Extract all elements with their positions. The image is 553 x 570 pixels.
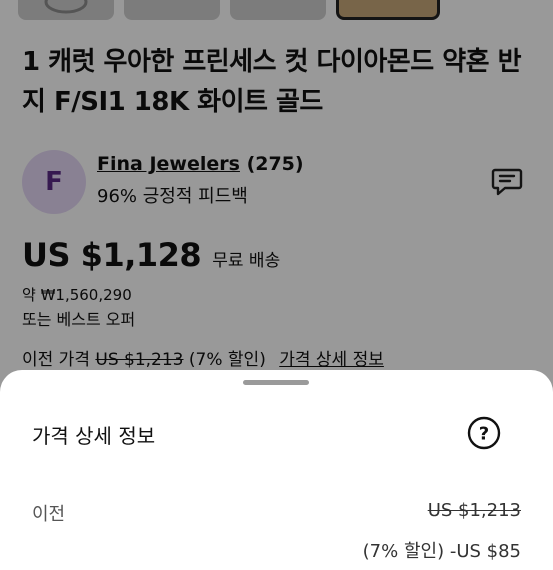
previous-value: US $1,213 bbox=[427, 500, 521, 521]
help-icon[interactable]: ? bbox=[467, 416, 501, 450]
svg-text:?: ? bbox=[479, 424, 489, 445]
discount-amount: (7% 할인) -US $85 bbox=[362, 541, 521, 562]
previous-label: 이전 bbox=[32, 504, 66, 525]
sheet-title: 가격 상세 정보 bbox=[32, 424, 156, 448]
price-details-sheet: 가격 상세 정보 ? 이전 US $1,213 (7% 할인) -US $85 bbox=[0, 370, 553, 570]
sheet-drag-handle[interactable] bbox=[243, 380, 309, 385]
